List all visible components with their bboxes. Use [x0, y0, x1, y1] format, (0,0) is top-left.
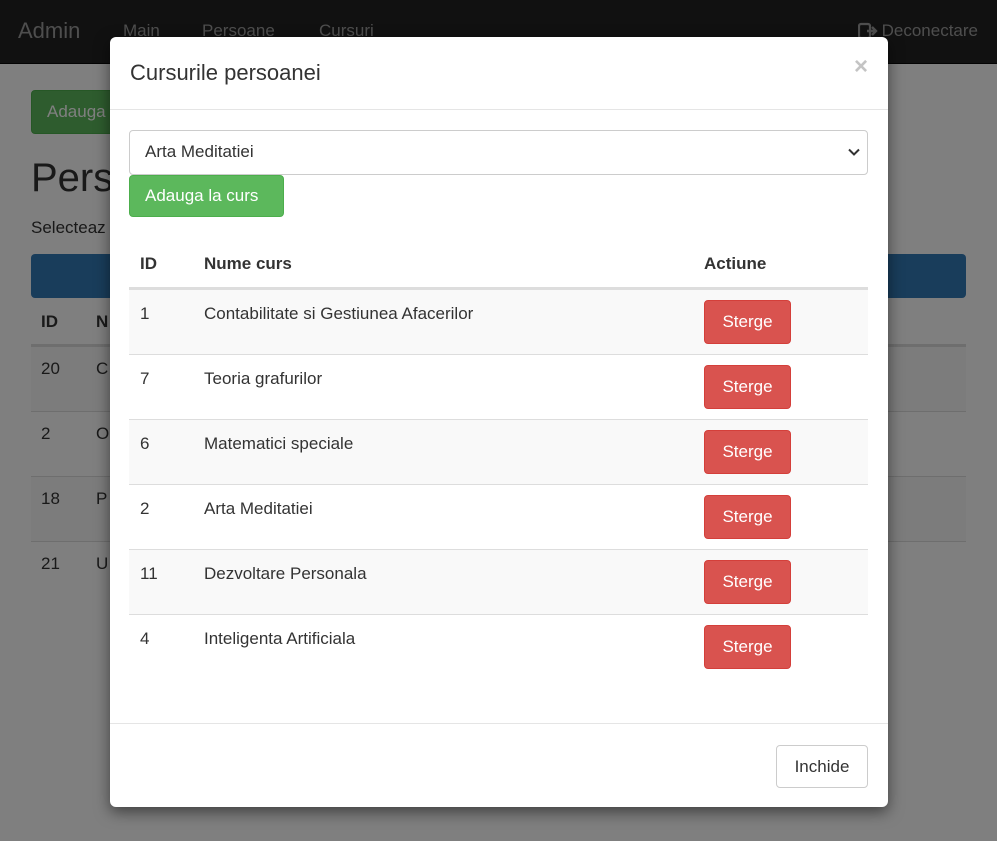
- modal-body: Arta Meditatiei Adauga la curs ID Nume c…: [110, 110, 888, 723]
- modal-header: Cursurile persoanei ×: [110, 37, 888, 110]
- cell-course-name: Contabilitate si Gestiunea Afacerilor: [204, 304, 474, 323]
- table-row: 7 Teoria grafurilor Sterge: [129, 354, 868, 419]
- delete-button[interactable]: Sterge: [704, 430, 791, 474]
- cell-id: 2: [140, 499, 150, 518]
- cell-id: 7: [140, 369, 150, 388]
- cell-id: 4: [140, 629, 150, 648]
- cell-course-name: Dezvoltare Personala: [204, 564, 367, 583]
- cell-course-name: Matematici speciale: [204, 434, 354, 453]
- modal-title: Cursurile persoanei: [130, 60, 321, 85]
- close-icon[interactable]: ×: [854, 55, 868, 79]
- course-select-value: Arta Meditatiei: [145, 142, 254, 161]
- delete-button[interactable]: Sterge: [704, 365, 791, 409]
- table-row: 1 Contabilitate si Gestiunea Afacerilor …: [129, 289, 868, 354]
- modal-footer: Inchide: [110, 723, 888, 807]
- courses-table: ID Nume curs Actiune 1 Contabilitate si …: [129, 240, 868, 679]
- table-row: 2 Arta Meditatiei Sterge: [129, 484, 868, 549]
- delete-button[interactable]: Sterge: [704, 495, 791, 539]
- header-id: ID: [140, 254, 157, 273]
- courses-modal: Cursurile persoanei × Arta Meditatiei Ad…: [110, 37, 888, 807]
- header-course-name: Nume curs: [204, 254, 292, 273]
- course-select[interactable]: Arta Meditatiei: [129, 130, 868, 175]
- chevron-down-icon: [848, 148, 860, 156]
- table-row: 11 Dezvoltare Personala Sterge: [129, 549, 868, 614]
- cell-id: 6: [140, 434, 150, 453]
- table-row: 6 Matematici speciale Sterge: [129, 419, 868, 484]
- close-button[interactable]: Inchide: [776, 745, 868, 788]
- delete-button[interactable]: Sterge: [704, 560, 791, 604]
- delete-button[interactable]: Sterge: [704, 625, 791, 669]
- cell-course-name: Arta Meditatiei: [204, 499, 313, 518]
- cell-course-name: Inteligenta Artificiala: [204, 629, 356, 648]
- cell-course-name: Teoria grafurilor: [204, 369, 323, 388]
- delete-button[interactable]: Sterge: [704, 300, 791, 344]
- add-to-course-button[interactable]: Adauga la curs: [129, 175, 284, 217]
- cell-id: 1: [140, 304, 150, 323]
- table-header: ID Nume curs Actiune: [129, 240, 868, 289]
- cell-id: 11: [140, 564, 158, 583]
- table-row: 4 Inteligenta Artificiala Sterge: [129, 614, 868, 679]
- header-action: Actiune: [704, 254, 767, 273]
